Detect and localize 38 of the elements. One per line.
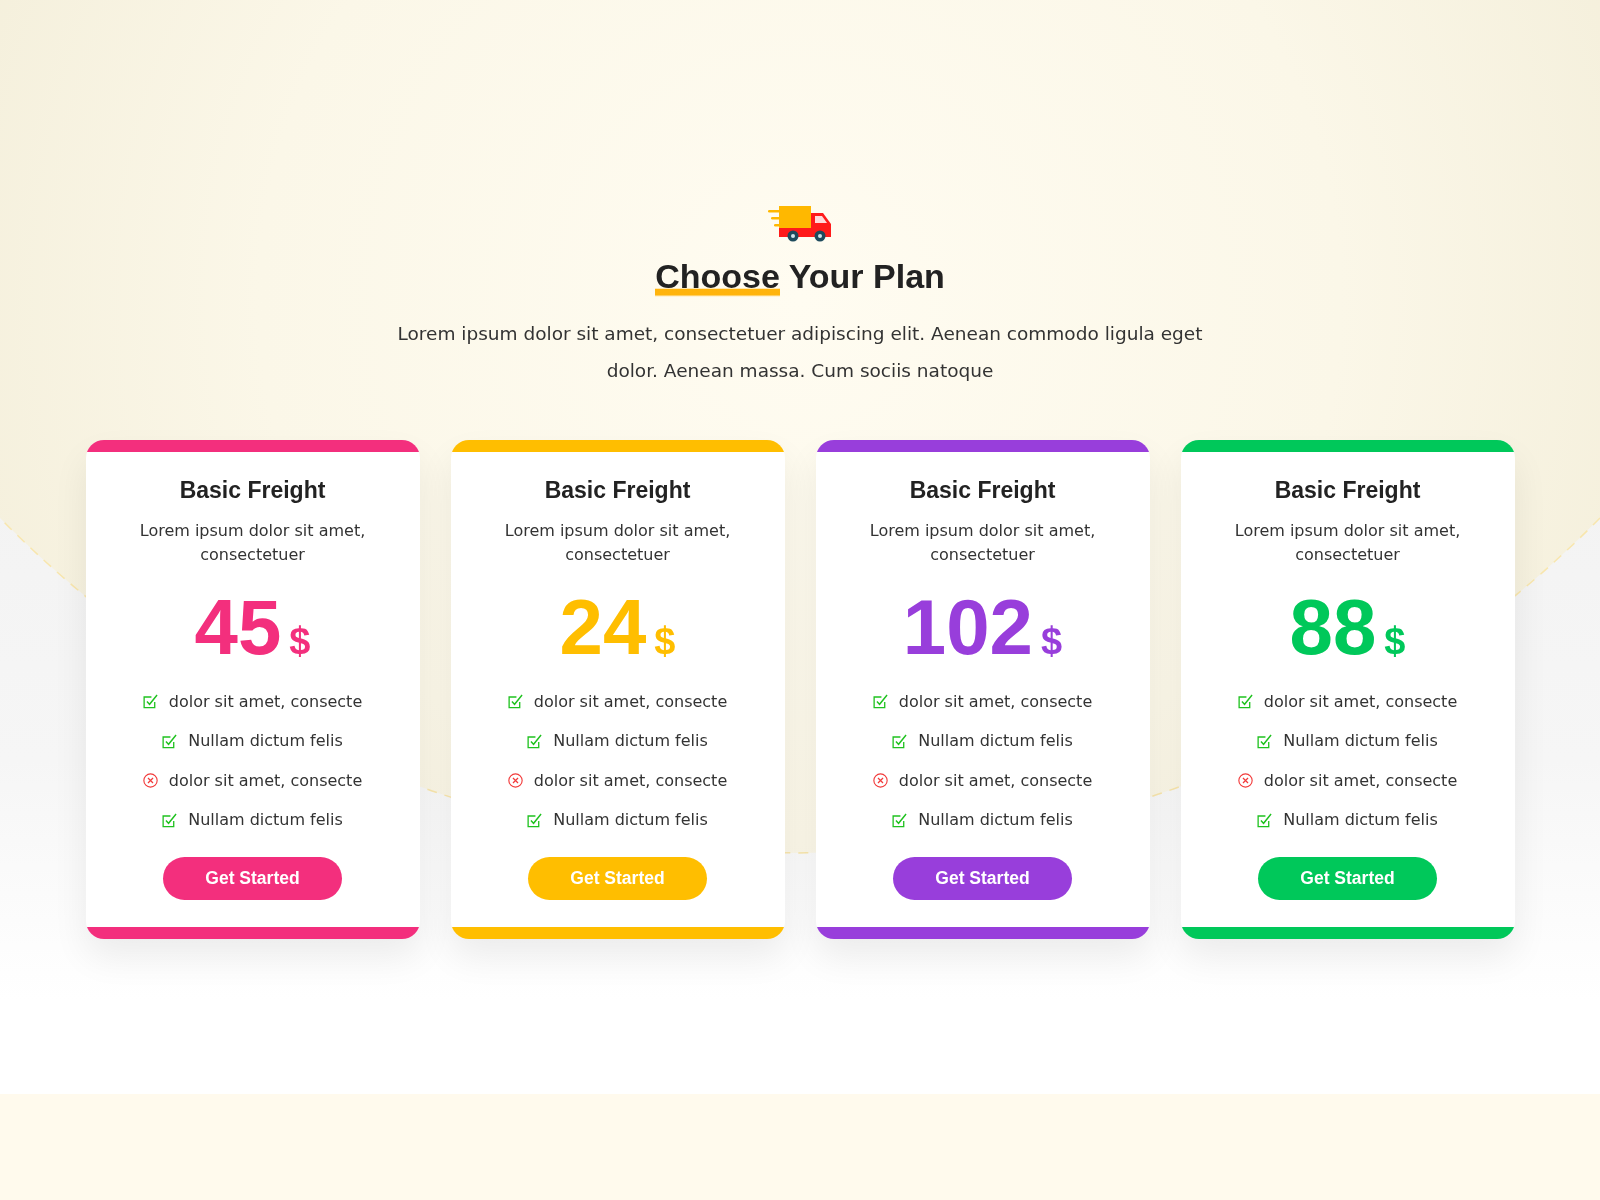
plan-description: Lorem ipsum dolor sit amet, consectetuer — [138, 520, 367, 566]
feature-text: Nullam dictum felis — [1283, 730, 1438, 753]
truck-icon — [768, 206, 832, 242]
page-subtitle: Lorem ipsum dolor sit amet, consectetuer adipiscing elit. Aenean commodo ligula eget dolor. Aenean massa. Cum sociis natoque — [396, 322, 1204, 383]
get-started-button[interactable]: Get Started — [893, 857, 1072, 900]
feature-text: Nullam dictum felis — [553, 730, 708, 753]
feature-text: dolor sit amet, consecte — [533, 769, 728, 792]
plan-title: Basic Freight — [909, 476, 1056, 505]
price-amount: 102 — [902, 588, 1033, 666]
currency-symbol: $ — [289, 622, 311, 660]
currency-symbol: $ — [1041, 622, 1063, 660]
price-amount: 88 — [1289, 588, 1377, 666]
feature-text: dolor sit amet, consecte — [898, 690, 1093, 713]
get-started-button[interactable]: Get Started — [1258, 857, 1437, 900]
feature-text: Nullam dictum felis — [918, 809, 1073, 832]
price-amount: 45 — [194, 588, 282, 666]
currency-symbol: $ — [1384, 622, 1406, 660]
feature-text: Nullam dictum felis — [188, 809, 343, 832]
plan-description: Lorem ipsum dolor sit amet, consectetuer — [868, 520, 1097, 566]
plan-description: Lorem ipsum dolor sit amet, consectetuer — [503, 520, 732, 566]
plan-title: Basic Freight — [1274, 476, 1421, 505]
feature-text: Nullam dictum felis — [553, 809, 708, 832]
feature-text: dolor sit amet, consecte — [1263, 690, 1458, 713]
plan-title: Basic Freight — [179, 476, 326, 505]
feature-text: Nullam dictum felis — [918, 730, 1073, 753]
plan-description: Lorem ipsum dolor sit amet, consectetuer — [1233, 520, 1462, 566]
feature-text: dolor sit amet, consecte — [168, 769, 363, 792]
get-started-button[interactable]: Get Started — [163, 857, 342, 900]
feature-text: Nullam dictum felis — [1283, 809, 1438, 832]
plan-title: Basic Freight — [544, 476, 691, 505]
price-amount: 24 — [559, 588, 647, 666]
feature-text: dolor sit amet, consecte — [898, 769, 1093, 792]
feature-text: dolor sit amet, consecte — [168, 690, 363, 713]
feature-text: Nullam dictum felis — [188, 730, 343, 753]
currency-symbol: $ — [654, 622, 676, 660]
page-title: Choose Your Plan — [655, 255, 945, 297]
feature-text: dolor sit amet, consecte — [533, 690, 728, 713]
feature-text: dolor sit amet, consecte — [1263, 769, 1458, 792]
